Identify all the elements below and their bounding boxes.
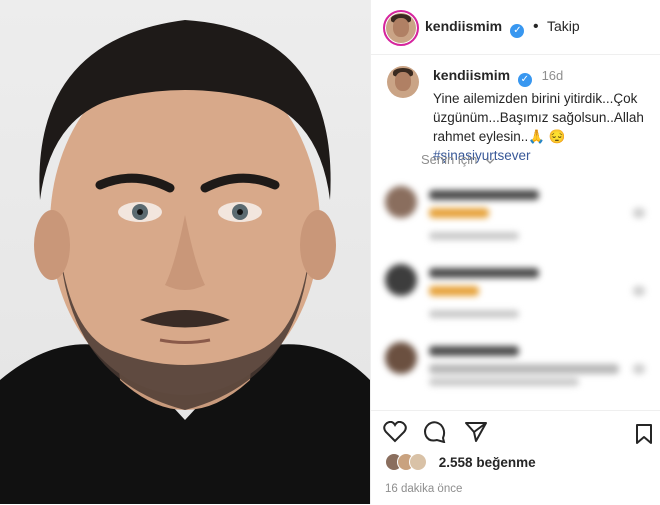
comment-item xyxy=(385,264,651,336)
liker-avatars xyxy=(385,453,429,471)
chevron-down-icon xyxy=(485,152,495,167)
verified-badge-icon: ✓ xyxy=(517,73,532,87)
likes-count: 2.558 xyxy=(438,455,473,470)
likes-summary[interactable]: 2.558 beğenme xyxy=(385,453,536,471)
caption-age: 16d xyxy=(541,68,564,83)
post-header: kendiismim ✓ • Takip xyxy=(371,0,660,55)
heart-icon[interactable] xyxy=(383,420,407,448)
caption-author-username[interactable]: kendiismim xyxy=(433,67,510,83)
post-image[interactable] xyxy=(0,0,370,504)
post-actions-bar: 2.558 beğenme 16 dakika önce xyxy=(371,410,660,505)
likes-label: beğenme xyxy=(476,455,536,470)
comment-item xyxy=(385,186,651,258)
caption-author-avatar[interactable] xyxy=(387,66,419,98)
post-side-panel: kendiismim ✓ • Takip kendiismim ✓ 16d Yi… xyxy=(370,0,660,505)
comment-icon[interactable] xyxy=(423,421,447,448)
separator-dot: • xyxy=(532,18,539,35)
follow-button[interactable]: Takip xyxy=(547,18,580,34)
author-avatar[interactable] xyxy=(383,10,419,46)
sort-label: Senin için xyxy=(421,152,478,167)
comment-sort-dropdown[interactable]: Senin için xyxy=(421,152,495,167)
portrait-illustration xyxy=(0,20,370,504)
share-icon[interactable] xyxy=(464,421,488,448)
post-caption: kendiismim ✓ 16d Yine ailemizden birini … xyxy=(387,66,651,165)
post-timestamp: 16 dakika önce xyxy=(385,483,463,495)
bookmark-icon[interactable] xyxy=(635,423,653,450)
comment-item xyxy=(385,342,651,414)
caption-text: Yine ailemizden birini yitirdik...Çok üz… xyxy=(433,91,644,144)
author-username[interactable]: kendiismim xyxy=(425,18,502,34)
verified-badge-icon: ✓ xyxy=(510,24,525,38)
